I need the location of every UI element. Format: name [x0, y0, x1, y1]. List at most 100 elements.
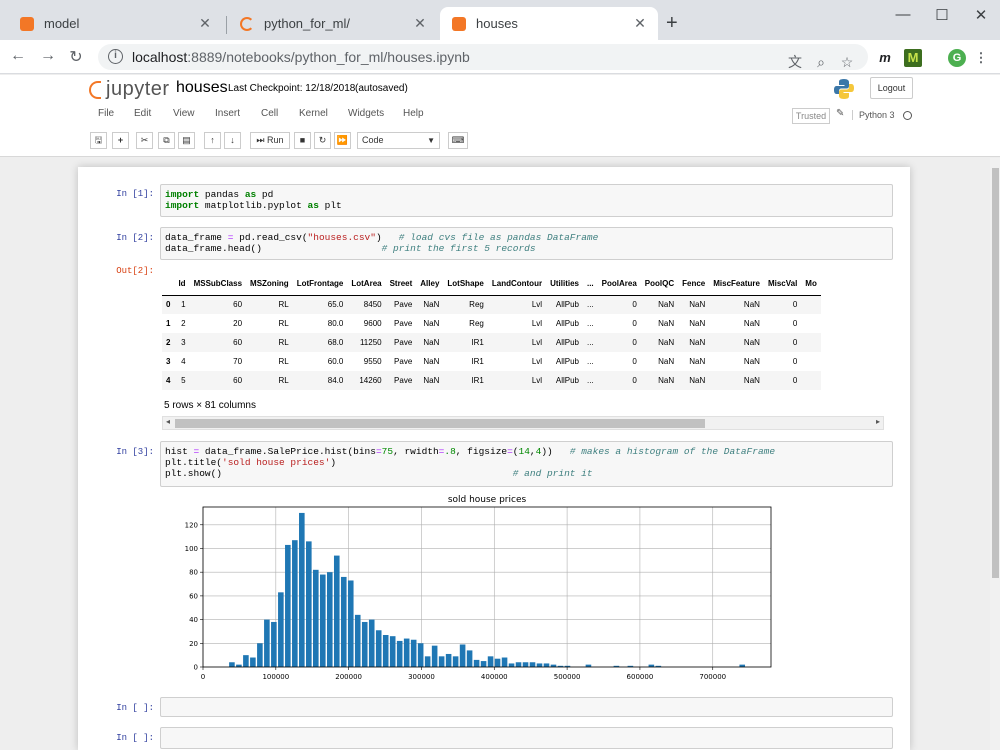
more-menu-icon[interactable]: ⋮	[972, 49, 990, 67]
menu-edit[interactable]: Edit	[134, 108, 151, 119]
extension-M-icon[interactable]: M	[904, 49, 922, 67]
table-cell: 0	[792, 338, 798, 347]
close-icon[interactable]: ✕	[197, 15, 213, 32]
table-cell: 14260	[359, 376, 382, 385]
info-icon[interactable]: i	[108, 49, 123, 64]
table-cell: Pave	[394, 376, 413, 385]
menu-help[interactable]: Help	[403, 108, 424, 119]
menu-widgets[interactable]: Widgets	[348, 108, 384, 119]
maximize-button[interactable]: ☐	[927, 6, 957, 24]
menu-cell[interactable]: Cell	[261, 108, 278, 119]
address-bar[interactable]: i localhost:8889/notebooks/python_for_ml…	[98, 44, 868, 70]
histogram-bar	[319, 574, 326, 667]
tab-houses[interactable]: houses ✕	[440, 7, 658, 40]
table-cell: 0	[792, 357, 798, 366]
minimize-button[interactable]: —	[888, 6, 918, 23]
menu-kernel[interactable]: Kernel	[299, 108, 328, 119]
table-row: 2 3 60 RL 68.0 11250 Pave NaN IR1 Lvl AllPub... 0 Na…	[162, 333, 821, 352]
table-cell: RL	[278, 357, 289, 366]
kernel-name[interactable]: Python 3	[852, 110, 895, 120]
restart-run-all-icon[interactable]: ⏩	[334, 132, 351, 149]
histogram-bar	[264, 619, 270, 667]
horizontal-scrollbar[interactable]: ◂ ▸	[162, 416, 884, 430]
table-cell: NaN	[658, 319, 675, 328]
table-cell	[801, 352, 821, 371]
paste-icon[interactable]: ▤	[178, 132, 195, 149]
restart-icon[interactable]: ↻	[314, 132, 331, 149]
jupyter-logo[interactable]: jupyter	[89, 78, 170, 101]
column-header: Mo	[801, 273, 821, 296]
table-cell: 60.0	[327, 357, 344, 366]
table-cell: NaN	[423, 338, 440, 347]
interrupt-icon[interactable]: ■	[294, 132, 311, 149]
histogram-bar	[501, 657, 508, 667]
table-cell: NaN	[743, 376, 760, 385]
chart-title: sold house prices	[448, 495, 527, 505]
bookmark-star-icon[interactable]: ☆	[838, 49, 856, 75]
histogram-bar	[229, 662, 235, 667]
column-header: Utilities	[546, 273, 583, 296]
table-cell: RL	[278, 338, 289, 347]
jupyter-header: jupyter houses Last Checkpoint: 12/18/20…	[0, 75, 1000, 157]
notebook-name[interactable]: houses	[176, 79, 228, 97]
cell-3-code[interactable]: hist = data_frame.SalePrice.hist(bins=75…	[160, 441, 893, 487]
scroll-left-icon[interactable]: ◂	[166, 417, 170, 426]
profile-avatar[interactable]: G	[948, 49, 966, 67]
save-button[interactable]: 🖫	[90, 132, 107, 149]
cut-icon[interactable]: ✂	[136, 132, 153, 149]
close-icon[interactable]: ✕	[632, 15, 648, 32]
zoom-icon[interactable]: ⌕	[812, 49, 830, 75]
move-down-icon[interactable]: ↓	[224, 132, 241, 149]
copy-icon[interactable]: ⧉	[158, 132, 175, 149]
command-palette-icon[interactable]: ⌨	[448, 132, 468, 149]
table-cell: ...	[586, 338, 594, 347]
scrollbar-thumb[interactable]	[175, 419, 705, 428]
move-up-icon[interactable]: ↑	[204, 132, 221, 149]
tab-title: python_for_ml/	[264, 16, 350, 31]
cell-2-code[interactable]: data_frame = pd.read_csv("houses.csv") #…	[160, 227, 893, 260]
extension-m-icon[interactable]: m	[876, 49, 894, 67]
scroll-right-icon[interactable]: ▸	[876, 417, 880, 426]
insert-cell-button[interactable]: +	[112, 132, 129, 149]
table-row: 0 1 60 RL 65.0 8450 Pave NaN Reg Lvl AllPub... 0 NaN…	[162, 295, 821, 314]
menu-file[interactable]: File	[98, 108, 114, 119]
histogram-bar	[508, 663, 515, 667]
scrollbar-thumb[interactable]	[992, 168, 999, 578]
table-cell: NaN	[743, 357, 760, 366]
url-text: localhost:8889/notebooks/python_for_ml/h…	[132, 49, 470, 65]
kernel-idle-icon	[903, 111, 912, 120]
histogram-bar	[424, 656, 431, 667]
cell-4-code[interactable]	[160, 697, 893, 717]
menu-insert[interactable]: Insert	[215, 108, 240, 119]
cell-5-code[interactable]	[160, 727, 893, 749]
vertical-scrollbar[interactable]	[990, 158, 1000, 750]
translate-icon[interactable]: 文	[786, 49, 804, 75]
table-cell: NaN	[689, 319, 706, 328]
x-tick-label: 200000	[335, 673, 362, 681]
cell-type-select[interactable]: Code ▼	[357, 132, 440, 149]
table-cell: 2	[181, 319, 186, 328]
table-cell: Lvl	[531, 357, 543, 366]
new-tab-button[interactable]: +	[666, 12, 678, 35]
run-button[interactable]: ⏭ Run	[250, 132, 290, 149]
table-cell: 60	[233, 300, 243, 310]
table-cell: AllPub	[555, 357, 579, 366]
trusted-indicator[interactable]: Trusted	[792, 108, 830, 124]
logout-button[interactable]: Logout	[870, 77, 913, 99]
y-tick-label: 60	[189, 592, 198, 600]
back-button[interactable]: ←	[8, 47, 28, 65]
table-header-row: Id MSSubClass MSZoning LotFrontage LotArea St…	[162, 273, 821, 296]
edit-pencil-icon[interactable]: ✎	[836, 108, 844, 119]
reload-button[interactable]: ↻	[66, 47, 86, 67]
column-header: Street	[385, 273, 417, 296]
table-cell: ...	[586, 357, 594, 366]
tab-model[interactable]: model ✕	[8, 7, 223, 40]
close-window-button[interactable]: ✕	[966, 6, 996, 24]
cell-1-code[interactable]: import pandas as pd import matplotlib.py…	[160, 184, 893, 217]
table-cell: NaN	[689, 300, 706, 310]
table-cell: ...	[586, 300, 594, 310]
tab-python-for-ml[interactable]: python_for_ml/ ✕	[228, 7, 438, 40]
menu-view[interactable]: View	[173, 108, 195, 119]
close-icon[interactable]: ✕	[412, 15, 428, 32]
forward-button[interactable]: →	[38, 47, 58, 65]
